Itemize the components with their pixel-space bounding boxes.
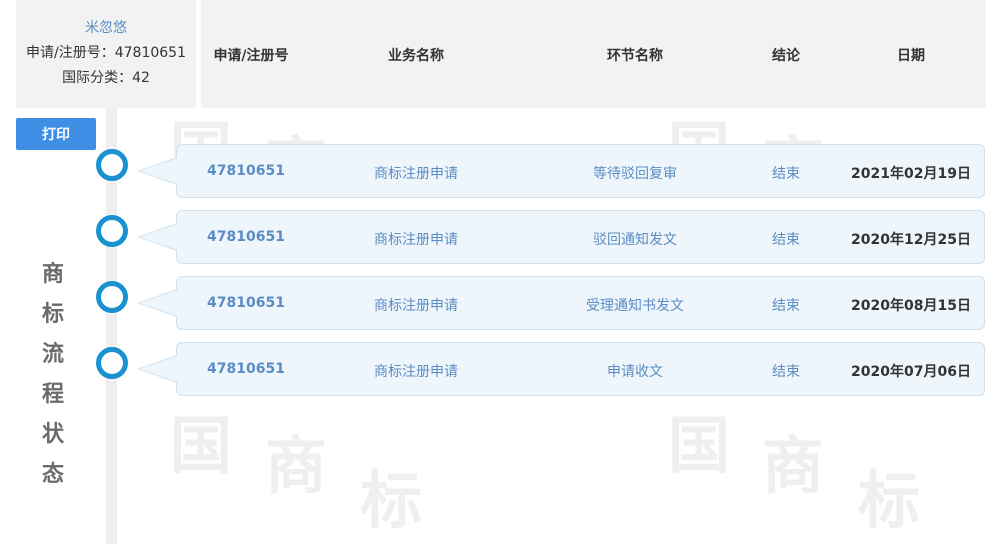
watermark: 国 [170,409,233,482]
side-title-char: 状 [41,422,64,447]
row-business: 商标注册申请 [374,232,458,248]
row-step: 等待驳回复审 [593,166,677,182]
status-row: 47810651 商标注册申请 等待驳回复审 结束 2021年02月19日 [137,144,985,198]
reg-number-value: 47810651 [114,45,186,61]
watermark: 商 [762,429,825,502]
reg-number-line: 申请/注册号：47810651 [16,41,196,66]
side-title-char: 商 [41,262,64,287]
column-header-result: 结论 [772,48,800,64]
side-title-char: 程 [41,382,64,407]
row-result: 结束 [772,364,800,380]
status-row: 47810651 商标注册申请 受理通知书发文 结束 2020年08月15日 [137,276,985,330]
row-date: 2020年12月25日 [851,232,971,248]
side-title-char: 态 [41,462,64,487]
row-date: 2020年07月06日 [851,364,971,380]
side-title-char: 标 [41,302,64,327]
row-step: 驳回通知发文 [593,232,677,248]
status-row: 47810651 商标注册申请 驳回通知发文 结束 2020年12月25日 [137,210,985,264]
row-reg-no: 47810651 [207,229,285,245]
timeline-node [96,215,128,247]
column-header-reg-no: 申请/注册号 [213,48,289,64]
watermark: 标 [360,464,423,537]
timeline-node [96,149,128,181]
row-result: 结束 [772,232,800,248]
table-header: 申请/注册号 业务名称 环节名称 结论 日期 [201,0,986,108]
status-row: 47810651 商标注册申请 申请收文 结束 2020年07月06日 [137,342,985,396]
row-business: 商标注册申请 [374,166,458,182]
owner-name: 米忽悠 [85,20,127,36]
row-date: 2021年02月19日 [851,166,971,182]
column-header-business: 业务名称 [388,48,444,64]
row-reg-no: 47810651 [207,295,285,311]
print-button[interactable]: 打印 [16,118,96,150]
timeline-node [96,347,128,379]
column-header-step: 环节名称 [607,48,663,64]
row-reg-no: 47810651 [207,361,285,377]
intl-class-label: 国际分类： [62,70,133,86]
side-title: 商 标 流 程 状 态 [38,255,68,495]
timeline-node [96,281,128,313]
intl-class-value: 42 [132,70,150,86]
reg-number-label: 申请/注册号： [26,45,115,61]
row-step: 受理通知书发文 [586,298,684,314]
intl-class-line: 国际分类：42 [16,66,196,91]
row-business: 商标注册申请 [374,298,458,314]
side-title-char: 流 [41,342,64,367]
row-reg-no: 47810651 [207,163,285,179]
trademark-info-panel: 米忽悠 申请/注册号：47810651 国际分类：42 [16,0,196,108]
row-business: 商标注册申请 [374,364,458,380]
watermark: 商 [265,429,328,502]
column-header-date: 日期 [897,48,925,64]
watermark: 国 [668,409,731,482]
row-step: 申请收文 [607,364,663,380]
watermark: 标 [858,464,921,537]
row-result: 结束 [772,298,800,314]
row-result: 结束 [772,166,800,182]
row-date: 2020年08月15日 [851,298,971,314]
